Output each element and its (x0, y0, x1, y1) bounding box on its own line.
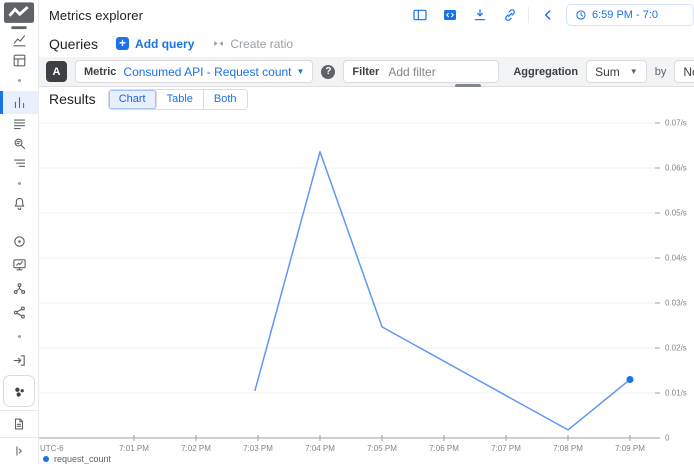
list-icon[interactable] (0, 114, 38, 134)
section-dot (0, 325, 38, 349)
overview-line-chart-icon[interactable] (0, 31, 38, 51)
group-by-dropdown[interactable]: None ▼ (674, 60, 694, 83)
svg-text:UTC-6: UTC-6 (40, 444, 64, 453)
svg-text:7:06 PM: 7:06 PM (429, 444, 459, 453)
results-view-tabs: Chart Table Both (108, 89, 248, 110)
svg-text:0.03/s: 0.03/s (665, 299, 687, 308)
settings-arrow-in-icon[interactable] (0, 349, 38, 373)
svg-text:7:09 PM: 7:09 PM (615, 444, 645, 453)
tab-table[interactable]: Table (157, 90, 204, 109)
header-actions: 6:59 PM - 7:0 (411, 4, 694, 26)
plus-icon: + (116, 37, 129, 50)
timeseries-chart: 0 0.01/s 0.02/s 0.03/s 0.04/s 0.05/s 0.06/s 0.0… (38, 110, 694, 464)
groups-nodes-icon[interactable] (0, 277, 38, 301)
header: Metrics explorer 6:59 PM - 7:0 (38, 0, 694, 31)
results-title: Results (49, 91, 96, 107)
time-range-label: 6:59 PM - 7:0 (592, 9, 658, 21)
aggregation-value: Sum (595, 65, 620, 79)
svg-text:0.07/s: 0.07/s (665, 119, 687, 128)
group-by-value: None (683, 65, 694, 79)
integrations-share-icon[interactable] (0, 301, 38, 325)
svg-text:0.05/s: 0.05/s (665, 209, 687, 218)
svg-text:7:02 PM: 7:02 PM (181, 444, 211, 453)
caret-down-icon: ▼ (297, 67, 305, 76)
svg-text:7:01 PM: 7:01 PM (119, 444, 149, 453)
filter-label: Filter (352, 66, 379, 78)
expand-panel-icon[interactable] (0, 437, 38, 464)
create-ratio-button[interactable]: Create ratio (212, 37, 293, 51)
svg-text:7:08 PM: 7:08 PM (553, 444, 583, 453)
chevron-left-icon[interactable] (539, 7, 556, 24)
svg-text:0.04/s: 0.04/s (665, 254, 687, 263)
svg-text:0.01/s: 0.01/s (665, 389, 687, 398)
aggregation-dropdown[interactable]: Sum ▼ (586, 60, 647, 83)
help-icon[interactable]: ? (321, 65, 335, 79)
metric-value: Consumed API - Request count (123, 65, 291, 79)
doc-edit-icon[interactable] (0, 410, 38, 437)
sidebar (0, 0, 39, 464)
vm-screen-icon[interactable] (0, 253, 38, 277)
svg-text:0.06/s: 0.06/s (665, 164, 687, 173)
time-range-selector[interactable]: 6:59 PM - 7:0 (566, 4, 694, 26)
panel-toggle-icon[interactable] (411, 7, 428, 24)
monitoring-logo-icon[interactable] (0, 0, 38, 31)
page-title: Metrics explorer (38, 8, 143, 23)
svg-text:0: 0 (665, 434, 670, 443)
legend-label: request_count (54, 454, 111, 464)
add-query-label: Add query (135, 37, 194, 51)
search-logs-icon[interactable] (0, 134, 38, 154)
trace-filter-icon[interactable] (0, 153, 38, 173)
svg-text:7:03 PM: 7:03 PM (243, 444, 273, 453)
code-editor-icon[interactable] (441, 7, 458, 24)
svg-text:7:07 PM: 7:07 PM (491, 444, 521, 453)
link-icon[interactable] (501, 7, 518, 24)
filter-box[interactable]: Filter (343, 60, 499, 83)
filter-input[interactable] (386, 64, 490, 80)
metrics-explorer-bar-chart-icon[interactable] (0, 91, 38, 114)
metrics-explorer-app: { "header": { "title": "Metrics explorer… (0, 0, 694, 464)
legend-request-count[interactable]: request_count (43, 454, 111, 464)
query-letter-badge[interactable]: A (46, 61, 67, 82)
section-dot (0, 173, 38, 193)
legend-dot-icon (43, 456, 49, 462)
add-query-button[interactable]: + Add query (116, 37, 194, 51)
alerting-bell-icon[interactable] (0, 193, 38, 213)
svg-text:7:05 PM: 7:05 PM (367, 444, 397, 453)
aggregation-label: Aggregation (513, 66, 578, 78)
queries-title: Queries (49, 36, 98, 52)
header-divider (528, 7, 529, 23)
tab-chart[interactable]: Chart (109, 90, 157, 109)
svg-text:0.02/s: 0.02/s (665, 344, 687, 353)
clock-icon (575, 9, 587, 21)
chart-area: 0 0.01/s 0.02/s 0.03/s 0.04/s 0.05/s 0.06/s 0.0… (38, 110, 694, 464)
svg-text:7:04 PM: 7:04 PM (305, 444, 335, 453)
metric-dropdown[interactable]: Consumed API - Request count ▼ (123, 65, 304, 79)
tab-both[interactable]: Both (204, 90, 247, 109)
uptime-target-icon[interactable] (0, 229, 38, 253)
dots-cluster-icon[interactable] (3, 375, 35, 407)
by-label: by (655, 66, 667, 78)
query-builder: A Metric Consumed API - Request count ▼ … (38, 57, 694, 87)
dashboards-grid-icon[interactable] (0, 51, 38, 71)
metric-selector[interactable]: Metric Consumed API - Request count ▼ (75, 60, 313, 83)
caret-down-icon: ▼ (630, 67, 638, 76)
ratio-icon (212, 37, 225, 50)
results-section: Results Chart Table Both (38, 87, 694, 111)
metric-label: Metric (84, 66, 116, 78)
create-ratio-label: Create ratio (230, 37, 293, 51)
queries-section: Queries + Add query Create ratio (38, 30, 694, 57)
download-icon[interactable] (471, 7, 488, 24)
section-dot (0, 71, 38, 91)
